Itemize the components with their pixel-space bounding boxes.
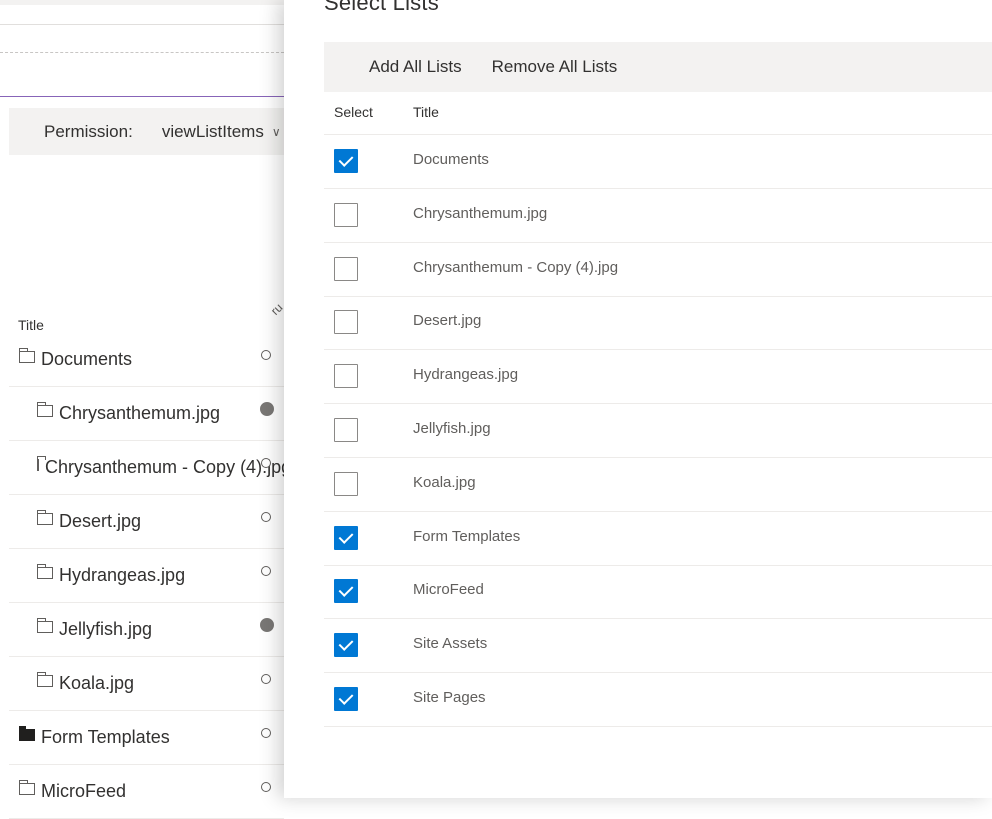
row-title[interactable]: MicroFeed — [41, 781, 126, 802]
table-row[interactable]: Desert.jpg — [9, 495, 284, 549]
table-row[interactable]: MicroFeed — [9, 765, 284, 819]
list-title: Chrysanthemum.jpg — [413, 204, 548, 222]
accent-divider — [0, 96, 284, 97]
column-header-rotated: ru — [268, 300, 286, 318]
status-indicator-icon — [261, 566, 271, 576]
status-indicator-icon — [261, 674, 271, 684]
list-item[interactable]: Site Assets — [324, 619, 992, 674]
row-title[interactable]: Jellyfish.jpg — [59, 619, 152, 640]
list-title: MicroFeed — [413, 581, 484, 599]
top-strip — [0, 0, 284, 5]
command-bar: Add All Lists Remove All Lists — [324, 42, 992, 92]
permission-dropdown[interactable]: viewListItems — [162, 122, 264, 142]
table-row[interactable]: Chrysanthemum.jpg — [9, 387, 284, 441]
row-title[interactable]: Hydrangeas.jpg — [59, 565, 185, 586]
list-checkbox[interactable] — [334, 310, 358, 335]
folder-icon — [19, 725, 35, 741]
row-title[interactable]: Documents — [41, 349, 132, 370]
status-indicator-icon — [260, 402, 274, 416]
list-title: Koala.jpg — [413, 473, 476, 491]
list-item[interactable]: MicroFeed — [324, 565, 992, 620]
list-title: Desert.jpg — [413, 312, 482, 330]
folder-icon — [37, 455, 46, 471]
column-header-select: Select — [334, 104, 373, 120]
folder-icon — [37, 671, 53, 687]
permission-bar: Permission: viewListItems ∨ — [9, 108, 284, 155]
remove-all-lists-button[interactable]: Remove All Lists — [492, 57, 618, 77]
add-all-lists-button[interactable]: Add All Lists — [369, 57, 462, 77]
list-checkbox[interactable] — [334, 633, 358, 658]
folder-icon — [37, 509, 53, 525]
list-checkbox[interactable] — [334, 202, 358, 227]
list-title: Jellyfish.jpg — [413, 420, 491, 437]
list-item[interactable]: Documents — [324, 135, 992, 189]
status-indicator-icon — [261, 782, 271, 792]
list-title: Hydrangeas.jpg — [413, 366, 519, 384]
table-row[interactable]: Form Templates — [9, 711, 284, 765]
list-title: Chrysanthemum - Copy (4).jpg — [413, 258, 619, 276]
row-title[interactable]: Chrysanthemum - Copy (4).jpg — [45, 457, 284, 478]
list-item[interactable]: Chrysanthemum - Copy (4).jpg — [324, 243, 992, 297]
list-checkbox[interactable] — [334, 687, 358, 711]
list-checkbox[interactable] — [334, 149, 358, 173]
folder-icon — [19, 779, 35, 795]
table-row[interactable]: Hydrangeas.jpg — [9, 549, 284, 603]
list-checkbox[interactable] — [334, 579, 358, 604]
row-title[interactable]: Form Templates — [41, 727, 170, 748]
list-title: Site Assets — [413, 635, 488, 653]
select-lists-panel: Select Lists Add All Lists Remove All Li… — [284, 0, 992, 798]
table-row[interactable]: Documents — [9, 333, 284, 387]
list-item[interactable]: Jellyfish.jpg — [324, 404, 992, 458]
list-item[interactable]: Koala.jpg — [324, 458, 992, 512]
list-item[interactable]: Site Pages — [324, 673, 992, 727]
chevron-down-icon[interactable]: ∨ — [272, 125, 281, 139]
status-indicator-icon — [261, 350, 271, 360]
list-title: Form Templates — [413, 527, 521, 545]
folder-icon — [37, 401, 53, 417]
lists-table-header: Select Title — [324, 92, 992, 135]
row-title[interactable]: Chrysanthemum.jpg — [59, 403, 220, 424]
list-item[interactable]: Form Templates — [324, 512, 992, 566]
list-checkbox[interactable] — [334, 418, 358, 442]
status-indicator-icon — [261, 458, 271, 468]
folder-icon — [37, 617, 53, 633]
list-item[interactable]: Hydrangeas.jpg — [324, 350, 992, 405]
table-row[interactable]: Chrysanthemum - Copy (4).jpg — [9, 441, 284, 495]
list-title: Documents — [413, 151, 489, 168]
status-indicator-icon — [261, 512, 271, 522]
dashed-divider — [0, 52, 284, 53]
list-checkbox[interactable] — [334, 471, 358, 496]
list-checkbox[interactable] — [334, 525, 358, 550]
status-indicator-icon — [261, 728, 271, 738]
list-title: Site Pages — [413, 689, 486, 706]
folder-icon — [37, 563, 53, 579]
divider — [0, 24, 284, 25]
folder-icon — [19, 347, 35, 363]
list-item[interactable]: Chrysanthemum.jpg — [324, 189, 992, 243]
list-checkbox[interactable] — [334, 364, 358, 389]
panel-title: Select Lists — [324, 0, 439, 15]
row-title[interactable]: Koala.jpg — [59, 673, 134, 694]
row-title[interactable]: Desert.jpg — [59, 511, 141, 532]
list-checkbox[interactable] — [334, 256, 358, 281]
column-header-title: Title — [413, 104, 439, 120]
table-row[interactable]: Jellyfish.jpg — [9, 603, 284, 657]
column-header-title: Title — [18, 317, 44, 333]
list-item[interactable]: Desert.jpg — [324, 296, 992, 351]
status-indicator-icon — [260, 618, 274, 632]
table-row[interactable]: Koala.jpg — [9, 657, 284, 711]
permission-label: Permission: — [44, 121, 133, 141]
